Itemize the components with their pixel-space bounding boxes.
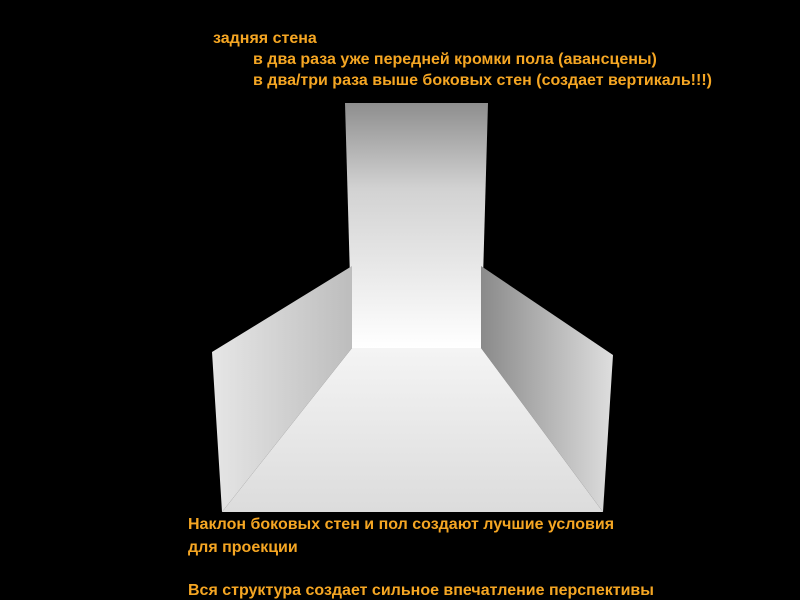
perspective-note: Вся структура создает сильное впечатлени… bbox=[188, 582, 654, 599]
slide: задняя стена в два раза уже передней кро… bbox=[0, 0, 800, 600]
back-wall-width-note: в два раза уже передней кромки пола (ава… bbox=[253, 51, 657, 68]
back-wall bbox=[345, 103, 488, 348]
back-wall-title: задняя стена bbox=[213, 30, 317, 47]
back-wall-height-note: в два/три раза выше боковых стен (создае… bbox=[253, 72, 712, 89]
slope-note-line-1: Наклон боковых стен и пол создают лучшие… bbox=[188, 516, 615, 533]
slope-note-line-2: для проекции bbox=[188, 539, 298, 556]
